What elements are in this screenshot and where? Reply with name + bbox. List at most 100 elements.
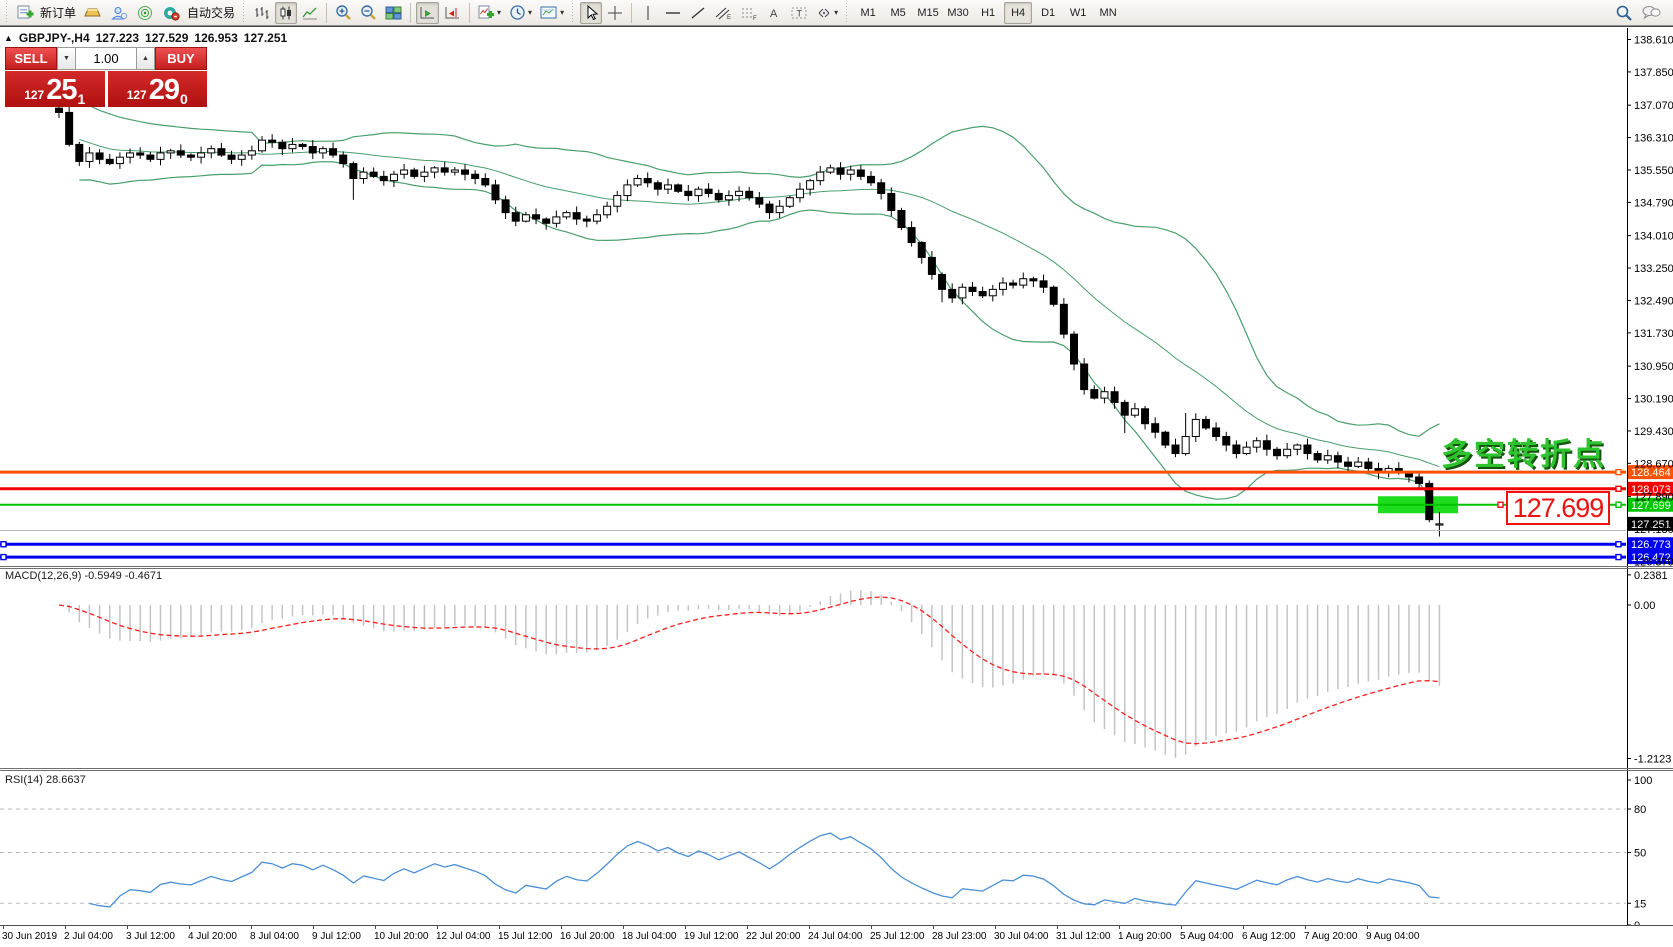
rsi-axis-label: 50 (1634, 848, 1646, 860)
time-axis-label: 18 Jul 04:00 (622, 931, 677, 942)
bollinger-middle-band (79, 139, 1439, 466)
low-value: 126.953 (194, 31, 237, 45)
chart-ohlc-header: ▲ GBPJPY-,H4 127.223 127.529 126.953 127… (4, 31, 287, 45)
buy-price-big: 29 (149, 76, 179, 105)
line-handle[interactable] (1616, 470, 1621, 475)
time-axis-label: 28 Jul 23:00 (932, 931, 987, 942)
time-axis-tick (189, 926, 190, 929)
time-axis-tick (1057, 926, 1058, 929)
time-axis-label: 30 Jul 04:00 (994, 931, 1049, 942)
main-price-pane (0, 99, 1626, 560)
rsi-axis-label: 100 (1634, 775, 1652, 787)
time-axis-label: 22 Jul 20:00 (746, 931, 801, 942)
macd-axis-label: -1.2123 (1634, 753, 1671, 765)
time-axis-label: 4 Jul 20:00 (188, 931, 237, 942)
turning-point-annotation[interactable]: 多空转折点 (1441, 429, 1606, 474)
sell-price-display[interactable]: 127251 (5, 71, 105, 107)
price-tick-label: 129.430 (1634, 426, 1673, 438)
macd-signal-line (59, 597, 1439, 744)
rsi-pane-label: RSI(14) 28.6637 (5, 774, 86, 786)
line-handle[interactable] (1616, 542, 1621, 547)
time-axis[interactable]: 30 Jun 2019 2 Jul 04:00 3 Jul 12:00 4 Jul 2… (0, 925, 1673, 947)
price-tick-label: 127.130 (1634, 524, 1673, 536)
sell-button[interactable]: SELL (5, 47, 57, 70)
price-tick-label: 133.250 (1634, 263, 1673, 275)
time-axis-label: 31 Jul 12:00 (1056, 931, 1111, 942)
callout-handle[interactable] (1498, 502, 1503, 507)
high-value: 127.529 (145, 31, 188, 45)
price-tick-label: 134.790 (1634, 197, 1673, 209)
time-axis-label: 9 Jul 12:00 (312, 931, 361, 942)
price-tick-label: 127.890 (1634, 492, 1673, 504)
time-axis-tick (437, 926, 438, 929)
open-value: 127.223 (96, 31, 139, 45)
time-axis-tick (1243, 926, 1244, 929)
time-axis-label: 15 Jul 12:00 (498, 931, 553, 942)
price-callout-value: 127.699 (1513, 493, 1604, 524)
sell-price-small: 127 (24, 85, 44, 105)
time-axis-label: 9 Aug 04:00 (1366, 931, 1419, 942)
rsi-pane (0, 809, 1626, 907)
line-handle[interactable] (1616, 502, 1621, 507)
close-value: 127.251 (244, 31, 287, 45)
buy-price-small: 127 (127, 85, 147, 105)
collapse-panel-icon[interactable]: ▲ (4, 33, 13, 43)
time-axis-label: 10 Jul 20:00 (374, 931, 429, 942)
buy-button[interactable]: BUY (155, 47, 207, 70)
time-axis-tick (1119, 926, 1120, 929)
macd-axis-label: 0.2381 (1634, 570, 1668, 582)
chart-canvas[interactable]: 128.464128.073127.699126.773126.472127.2… (0, 0, 1673, 947)
price-axis[interactable]: 128.464128.073127.699126.773126.472127.2… (1627, 28, 1673, 925)
macd-axis-label: 0.00 (1634, 600, 1655, 612)
time-axis-label: 3 Jul 12:00 (126, 931, 175, 942)
macd-pane (59, 590, 1439, 758)
bollinger-upper-band (79, 99, 1439, 437)
time-axis-tick (3, 926, 4, 929)
time-axis-label: 7 Aug 20:00 (1304, 931, 1357, 942)
buy-price-display[interactable]: 127290 (108, 71, 208, 107)
time-axis-label: 30 Jun 2019 (2, 931, 57, 942)
price-tick-label: 137.070 (1634, 100, 1673, 112)
time-axis-tick (127, 926, 128, 929)
rsi-axis-label: 80 (1634, 804, 1646, 816)
time-axis-label: 6 Aug 12:00 (1242, 931, 1295, 942)
symbol-period-label: GBPJPY-,H4 (19, 31, 90, 45)
time-axis-label: 5 Aug 04:00 (1180, 931, 1233, 942)
bollinger-lower-band (79, 162, 1439, 510)
line-handle[interactable] (1616, 555, 1621, 560)
price-tick-label: 132.490 (1634, 295, 1673, 307)
time-axis-tick (933, 926, 934, 929)
time-axis-tick (1367, 926, 1368, 929)
time-axis-label: 16 Jul 20:00 (560, 931, 615, 942)
time-axis-tick (809, 926, 810, 929)
mt4-window: 新订单 (0, 0, 1673, 947)
time-axis-label: 24 Jul 04:00 (808, 931, 863, 942)
time-axis-label: 8 Jul 04:00 (250, 931, 299, 942)
volume-increase-button[interactable]: ▲ (136, 47, 155, 70)
time-axis-label: 2 Jul 04:00 (64, 931, 113, 942)
time-axis-tick (685, 926, 686, 929)
time-axis-tick (251, 926, 252, 929)
price-tick-label: 131.730 (1634, 328, 1673, 340)
time-axis-tick (561, 926, 562, 929)
price-tick-label: 130.950 (1634, 361, 1673, 373)
price-tick-label: 136.310 (1634, 133, 1673, 145)
sell-price-sup: 1 (78, 93, 86, 105)
price-tick-label: 135.550 (1634, 165, 1673, 177)
time-axis-tick (1181, 926, 1182, 929)
price-tick-label: 128.670 (1634, 458, 1673, 470)
line-handle[interactable] (1616, 486, 1621, 491)
line-handle[interactable] (1, 555, 6, 560)
price-callout-box[interactable]: 127.699 (1506, 491, 1610, 525)
time-axis-label: 25 Jul 12:00 (870, 931, 925, 942)
time-axis-tick (623, 926, 624, 929)
time-axis-label: 12 Jul 04:00 (436, 931, 491, 942)
rsi-axis-label: 15 (1634, 898, 1646, 910)
rsi-line (90, 833, 1440, 907)
line-handle[interactable] (1, 542, 6, 547)
volume-decrease-button[interactable]: ▼ (57, 47, 76, 70)
time-axis-tick (1305, 926, 1306, 929)
price-tick-label: 130.190 (1634, 394, 1673, 406)
volume-input[interactable]: 1.00 (76, 47, 136, 70)
time-axis-tick (313, 926, 314, 929)
